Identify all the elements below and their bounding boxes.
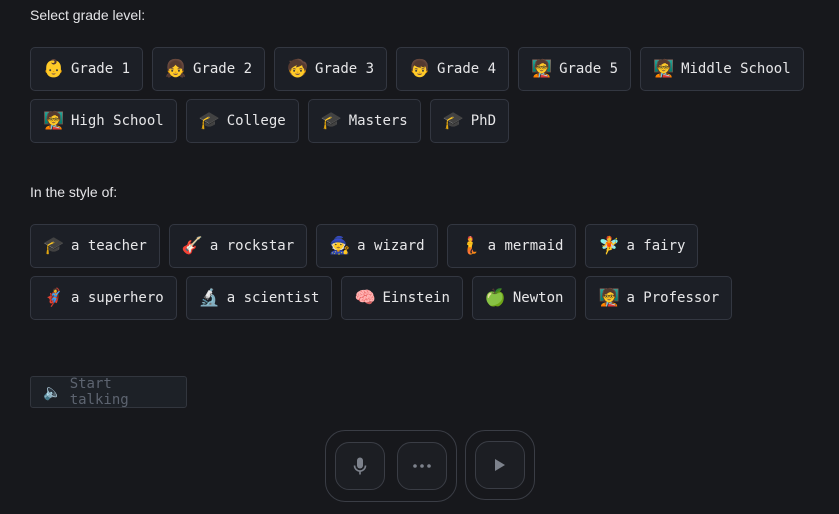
grade-option-label: College [226, 113, 286, 129]
voice-controls-group [325, 430, 457, 502]
style-option-a-superhero[interactable]: 🦸 a superhero [30, 276, 177, 320]
guitar-icon: 🎸 [181, 235, 204, 256]
style-option-label: a Professor [626, 290, 720, 306]
style-option-label: a fairy [626, 238, 686, 254]
style-option-label: a superhero [71, 290, 164, 306]
fairy-icon: 🧚 [598, 235, 620, 256]
microscope-icon: 🔬 [198, 287, 220, 308]
grade-option-grade-3[interactable]: 🧒 Grade 3 [274, 47, 388, 91]
boy-icon: 👦 [409, 58, 431, 79]
microphone-icon [353, 457, 367, 475]
green-apple-icon: 🍏 [484, 287, 507, 308]
teacher-icon: 🧑‍🏫 [43, 110, 65, 131]
style-option-label: Newton [512, 290, 564, 306]
wizard-icon: 🧙 [329, 235, 351, 256]
grade-option-label: PhD [470, 113, 497, 129]
grade-option-label: Grade 2 [193, 61, 253, 77]
play-controls-group [465, 430, 535, 500]
style-option-label: a rockstar [209, 238, 295, 254]
style-row-2: 🦸 a superhero 🔬 a scientist 🧠 Einstein 🍏 Newton… [30, 276, 733, 320]
microphone-button[interactable] [335, 442, 385, 490]
grade-level-heading: Select grade level: [30, 7, 146, 23]
speaker-icon: 🔈 [43, 383, 62, 401]
teacher-icon: 🧑‍🏫 [653, 58, 675, 79]
style-option-label: a scientist [226, 290, 320, 306]
grade-option-label: Grade 1 [71, 61, 131, 77]
grade-option-middle-school[interactable]: 🧑‍🏫 Middle School [640, 47, 804, 91]
grade-option-grade-1[interactable]: 👶 Grade 1 [30, 47, 144, 91]
start-talking-button[interactable]: 🔈 Start talking [30, 376, 187, 408]
style-row-1: 🎓 a teacher 🎸 a rockstar 🧙 a wizard 🧜 a mermaid… [30, 224, 699, 268]
grade-option-label: Grade 4 [437, 61, 497, 77]
graduation-cap-icon: 🎓 [320, 110, 342, 131]
grade-option-masters[interactable]: 🎓 Masters [307, 99, 421, 143]
grade-option-label: Grade 3 [315, 61, 375, 77]
style-option-einstein[interactable]: 🧠 Einstein [341, 276, 463, 320]
brain-icon: 🧠 [354, 287, 376, 308]
grade-option-label: Middle School [681, 61, 791, 77]
graduation-cap-icon: 🎓 [198, 110, 220, 131]
graduation-cap-icon: 🎓 [43, 235, 65, 256]
grade-option-college[interactable]: 🎓 College [185, 99, 299, 143]
baby-icon: 👶 [43, 58, 65, 79]
style-option-label: Einstein [382, 290, 450, 306]
style-option-a-professor[interactable]: 🧑‍🏫 a Professor [585, 276, 733, 320]
mermaid-icon: 🧜 [459, 235, 481, 256]
graduation-cap-icon: 🎓 [442, 110, 464, 131]
grade-option-phd[interactable]: 🎓 PhD [429, 99, 510, 143]
grade-option-label: Grade 5 [559, 61, 619, 77]
grade-option-label: High School [71, 113, 164, 129]
style-heading: In the style of: [30, 184, 118, 200]
style-option-label: a teacher [71, 238, 147, 254]
grade-option-grade-5[interactable]: 🧑‍🏫 Grade 5 [518, 47, 632, 91]
style-option-a-rockstar[interactable]: 🎸 a rockstar [168, 224, 308, 268]
start-talking-label: Start talking [69, 376, 129, 408]
style-option-a-mermaid[interactable]: 🧜 a mermaid [446, 224, 577, 268]
more-options-button[interactable] [397, 442, 447, 490]
play-button[interactable] [475, 441, 525, 489]
girl-icon: 👧 [165, 58, 187, 79]
style-option-newton[interactable]: 🍏 Newton [471, 276, 577, 320]
grade-option-high-school[interactable]: 🧑‍🏫 High School [30, 99, 177, 143]
teacher-icon: 🧑‍🏫 [598, 287, 620, 308]
teacher-icon: 🧑‍🏫 [531, 58, 553, 79]
style-option-label: a wizard [357, 238, 425, 254]
grade-row-2: 🧑‍🏫 High School 🎓 College 🎓 Masters 🎓 PhD [30, 99, 510, 143]
grade-option-label: Masters [348, 113, 408, 129]
child-icon: 🧒 [287, 58, 309, 79]
style-option-label: a mermaid [487, 238, 564, 254]
grade-option-grade-4[interactable]: 👦 Grade 4 [396, 47, 510, 91]
style-option-a-fairy[interactable]: 🧚 a fairy [585, 224, 699, 268]
grade-row-1: 👶 Grade 1 👧 Grade 2 🧒 Grade 3 👦 Grade 4 🧑‍🏫 Grade… [30, 47, 804, 91]
superhero-icon: 🦸 [43, 287, 65, 308]
play-icon [494, 458, 506, 472]
grade-option-grade-2[interactable]: 👧 Grade 2 [152, 47, 266, 91]
style-option-a-scientist[interactable]: 🔬 a scientist [185, 276, 333, 320]
style-option-a-wizard[interactable]: 🧙 a wizard [316, 224, 438, 268]
more-icon [413, 464, 431, 468]
style-option-a-teacher[interactable]: 🎓 a teacher [30, 224, 160, 268]
